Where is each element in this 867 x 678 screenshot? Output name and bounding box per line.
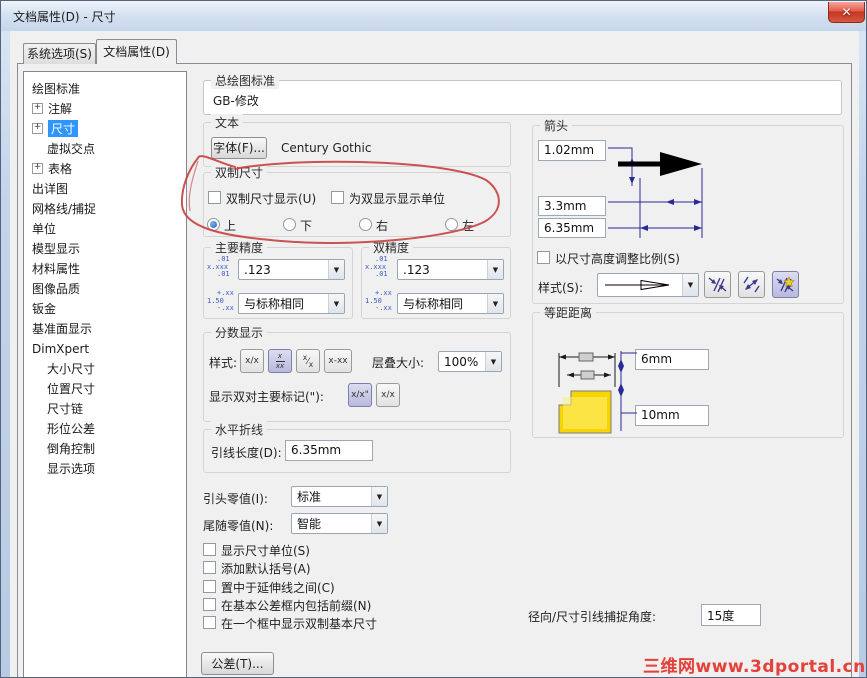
stack-size-dropdown[interactable]: 100% ▼ (438, 351, 502, 372)
arrows-inside-icon (743, 276, 760, 293)
tree-item-plane-display[interactable]: 基准面显示 (32, 320, 92, 337)
watermark: 三维网www.3dportal.cn (643, 657, 866, 677)
close-icon: ✕ (841, 5, 852, 19)
chevron-down-icon: ▼ (487, 294, 503, 313)
tree-item-drawing-standard[interactable]: 绘图标准 (32, 80, 80, 97)
tree-item-material-properties[interactable]: 材料属性 (32, 260, 80, 277)
expand-icon[interactable]: + (32, 103, 43, 114)
tree-item-sheet-metal[interactable]: 钣金 (32, 300, 56, 317)
chevron-down-icon: ▼ (485, 352, 501, 371)
chevron-down-icon: ▼ (487, 260, 503, 279)
arrows-outside-icon (708, 277, 727, 293)
tab-system-options[interactable]: 系统选项(S) (23, 43, 96, 64)
unit-precision-icon: .01 x.xxx .01 (207, 255, 230, 279)
font-button[interactable]: 字体(F)... (211, 137, 267, 159)
dual-basic-dimension-one-box-checkbox[interactable] (203, 616, 216, 629)
fraction-style-stacked-button[interactable]: x xx (268, 349, 292, 373)
chevron-down-icon: ▼ (371, 487, 387, 506)
arrows-smart-icon (776, 276, 795, 293)
tree-item-size-dimension[interactable]: 大小尺寸 (47, 360, 95, 377)
arrows-inside-button[interactable] (738, 271, 765, 298)
dual-display-checkbox[interactable] (208, 191, 221, 204)
radio-left[interactable] (445, 218, 458, 231)
fraction-style-dash-button[interactable]: x-xx (324, 349, 352, 373)
tree-item-image-quality[interactable]: 图像品质 (32, 280, 80, 297)
leading-zero-dropdown[interactable]: 标准 ▼ (291, 486, 388, 507)
center-between-extension-lines-checkbox[interactable] (203, 580, 216, 593)
tree-item-tables[interactable]: + 表格 (32, 160, 72, 177)
arrows-outside-button[interactable] (704, 271, 731, 298)
arrow-style-dropdown[interactable]: ▼ (597, 273, 699, 297)
tree-item-detailing[interactable]: 出详图 (32, 180, 68, 197)
tree-item-virtual-sharps[interactable]: 虚拟交点 (47, 140, 95, 157)
chevron-down-icon: ▼ (328, 294, 344, 313)
dual-tolerance-precision-dropdown[interactable]: 与标称相同 ▼ (397, 293, 504, 314)
arrow-style-preview (605, 279, 670, 291)
add-parentheses-checkbox[interactable] (203, 561, 216, 574)
radio-top[interactable] (207, 218, 220, 231)
close-button[interactable]: ✕ (828, 2, 865, 23)
arrows-smart-button[interactable] (772, 271, 799, 298)
primary-unit-precision-dropdown[interactable]: .123 ▼ (238, 259, 345, 280)
scale-with-dimension-height-checkbox[interactable] (537, 251, 550, 264)
overall-standard-label: 总绘图标准 (211, 72, 280, 89)
settings-tree: 绘图标准 + 注解 + 尺寸 虚拟交点 + 表格 出详图 网格线/捕捉 单位 模型显示… (23, 71, 187, 677)
chevron-down-icon: ▼ (371, 514, 387, 533)
fraction-display-group: 分数显示 (203, 324, 511, 422)
primary-tolerance-precision-dropdown[interactable]: 与标称相同 ▼ (238, 293, 345, 314)
overall-standard-value[interactable]: GB-修改 (213, 92, 259, 109)
arrow-height-input[interactable]: 1.02mm (538, 140, 606, 161)
show-units-checkbox[interactable] (203, 543, 216, 556)
tree-item-model-display[interactable]: 模型显示 (32, 240, 80, 257)
offset-second-input[interactable]: 10mm (635, 405, 709, 426)
chevron-down-icon: ▼ (682, 274, 698, 296)
tree-item-chain-dimension[interactable]: 尺寸链 (47, 400, 83, 417)
dual-mark-show-button[interactable]: x/x" (348, 383, 372, 407)
tolerance-button[interactable]: 公差(T)... (201, 652, 274, 675)
trailing-zero-dropdown[interactable]: 智能 ▼ (291, 513, 388, 534)
tree-item-location-dimension[interactable]: 位置尺寸 (47, 380, 95, 397)
arrow-length-input[interactable]: 6.35mm (538, 218, 606, 238)
tree-item-dimensions[interactable]: + 尺寸 (32, 120, 79, 137)
tree-item-dimxpert[interactable]: DimXpert (32, 340, 89, 357)
title-bar[interactable]: 文档属性(D) - 尺寸 ✕ (1, 1, 866, 31)
fraction-style-inline-button[interactable]: x/x (240, 349, 264, 373)
tree-item-chamfer-controls[interactable]: 倒角控制 (47, 440, 95, 457)
dual-unit-precision-dropdown[interactable]: .123 ▼ (397, 259, 504, 280)
chevron-down-icon: ▼ (328, 260, 344, 279)
unit-precision-icon: .01 x.xxx .01 (365, 255, 388, 279)
tree-item-geometric-tolerance[interactable]: 形位公差 (47, 420, 95, 437)
arrow-width-input[interactable]: 3.3mm (538, 196, 606, 216)
tree-item-units[interactable]: 单位 (32, 220, 56, 237)
offset-first-input[interactable]: 6mm (635, 349, 709, 370)
overall-standard-group: 总绘图标准 (203, 72, 842, 115)
font-name: Century Gothic (281, 141, 372, 155)
expand-icon[interactable]: + (32, 163, 43, 174)
expand-icon[interactable]: + (32, 123, 43, 134)
radio-right[interactable] (359, 218, 372, 231)
tree-item-display-options[interactable]: 显示选项 (47, 460, 95, 477)
include-prefix-in-tolerance-box-checkbox[interactable] (203, 598, 216, 611)
fraction-style-diagonal-button[interactable]: x⁄x (296, 349, 320, 373)
snap-angle-input[interactable]: 15度 (701, 604, 761, 626)
tree-item-grid-snap[interactable]: 网格线/捕捉 (32, 200, 96, 217)
dual-mark-hide-button[interactable]: x/x (376, 383, 400, 407)
leader-length-input[interactable]: 6.35mm (285, 440, 373, 461)
window-title: 文档属性(D) - 尺寸 (13, 10, 116, 24)
dialog-window: 文档属性(D) - 尺寸 ✕ 系统选项(S) 文档属性(D) 绘图标准 + 注解 … (0, 0, 867, 678)
tolerance-precision-icon: +.xx 1.50 -.xx (365, 289, 392, 313)
dual-units-checkbox[interactable] (331, 191, 344, 204)
tab-document-properties[interactable]: 文档属性(D) (96, 39, 177, 64)
tree-item-annotations[interactable]: + 注解 (32, 100, 72, 117)
tolerance-precision-icon: +.xx 1.50 -.xx (207, 289, 234, 313)
radio-bottom[interactable] (283, 218, 296, 231)
